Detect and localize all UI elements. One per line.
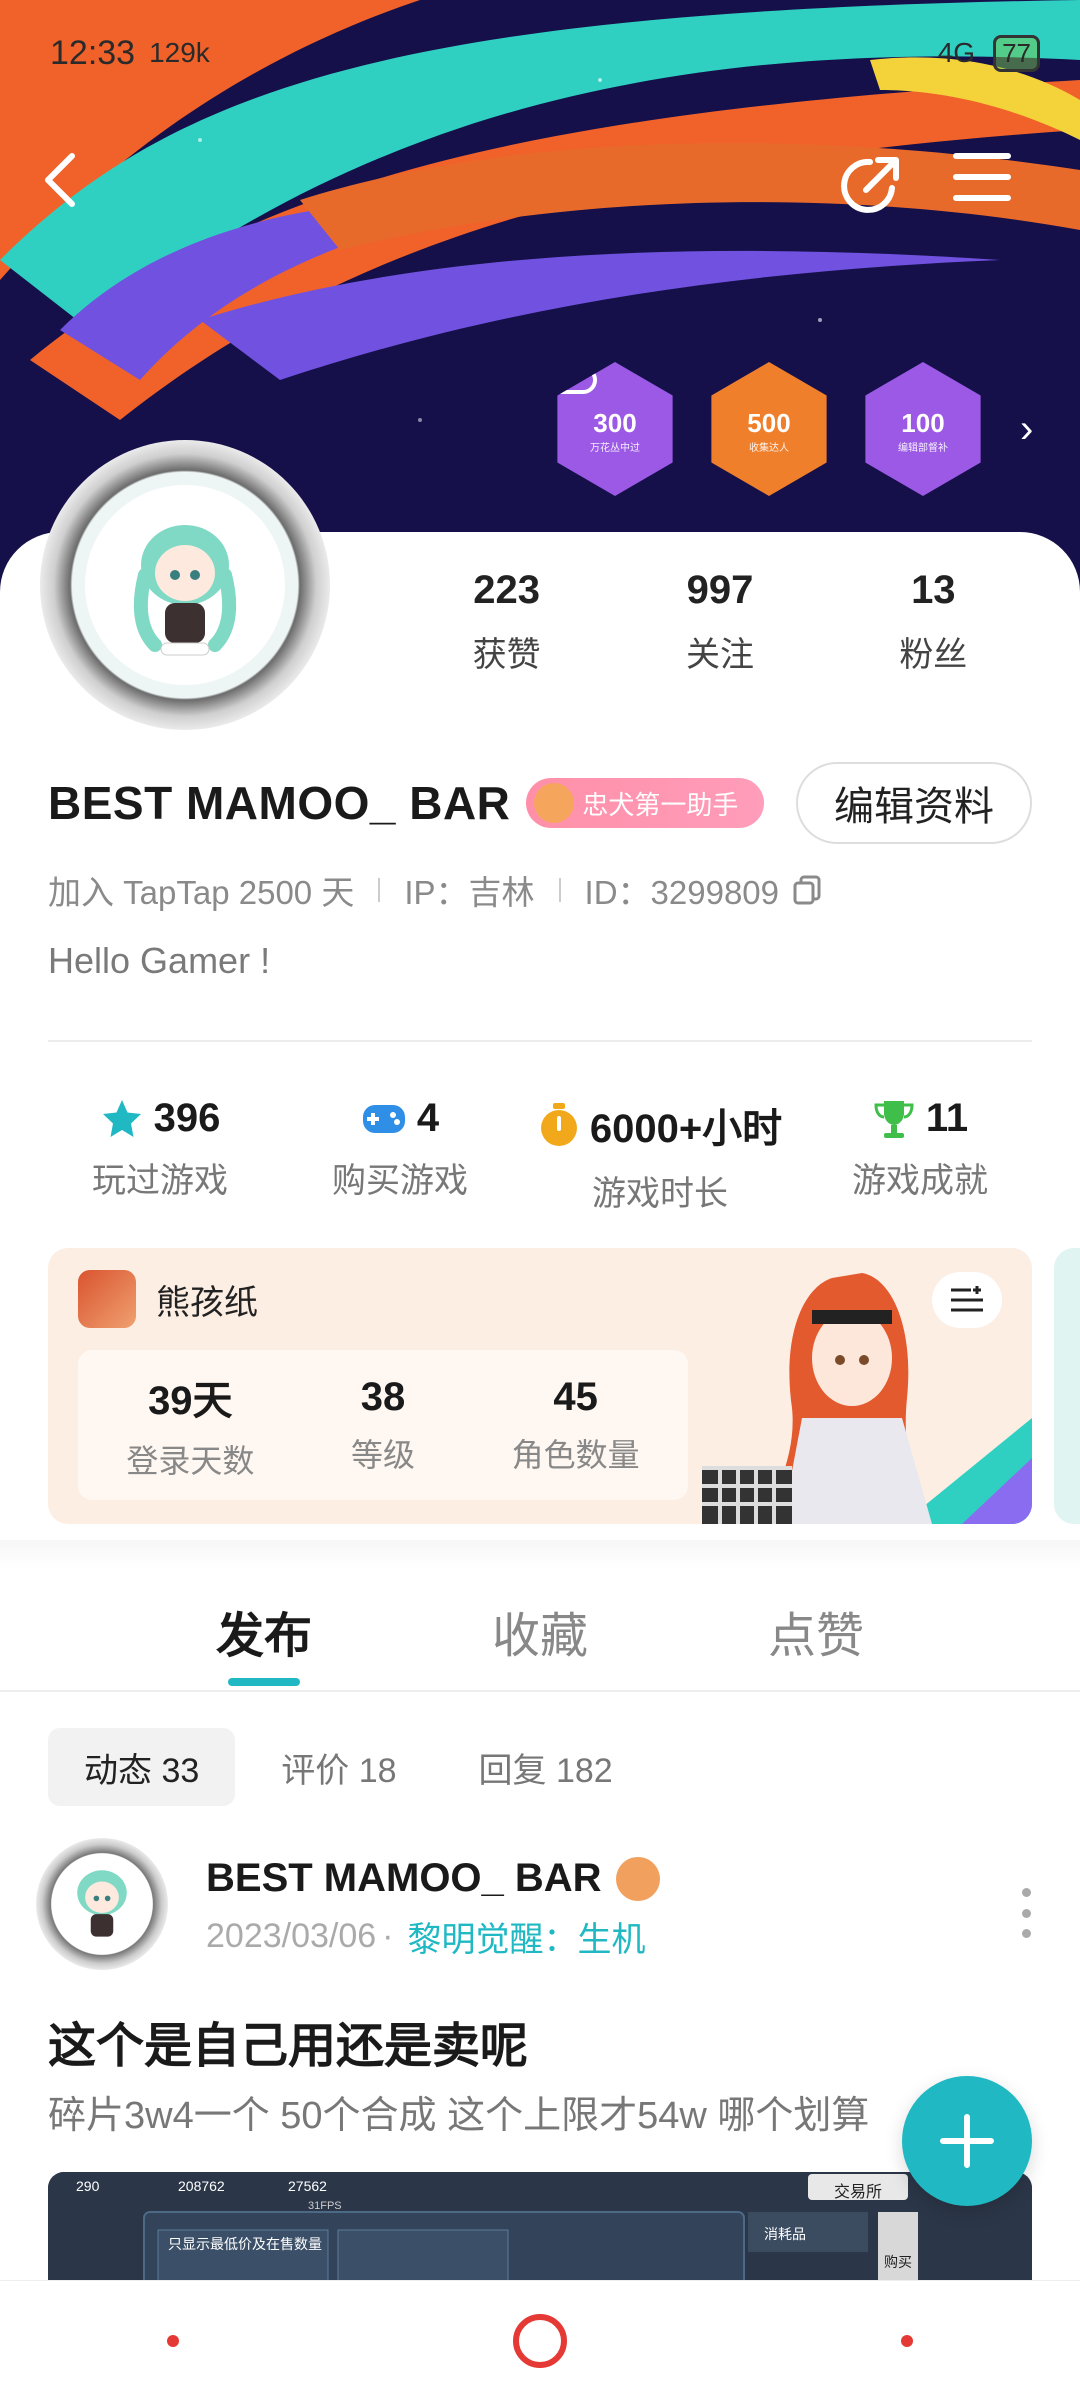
chevron-right-icon[interactable]: › xyxy=(1020,407,1033,452)
badge-500[interactable]: 500 收集达人 xyxy=(711,362,827,496)
screenshot-text: 消耗品 xyxy=(764,2226,806,2242)
info-row: 加入 TapTap 2500 天 IP：吉林 ID：3299809 xyxy=(48,866,825,914)
trophy-icon xyxy=(874,1100,914,1138)
gamepad-icon xyxy=(362,1104,405,1133)
followers-stat[interactable]: 13 粉丝 xyxy=(899,568,967,676)
joined-days: 加入 TapTap 2500 天 xyxy=(48,874,355,911)
subtab-moments[interactable]: 动态 33 xyxy=(48,1728,236,1806)
nav-back-button[interactable] xyxy=(901,2334,913,2347)
screenshot-text: 208762 xyxy=(178,2178,225,2194)
nav-home-button[interactable] xyxy=(513,2313,567,2368)
menu-button[interactable] xyxy=(952,150,1042,240)
hamburger-menu-icon xyxy=(953,153,1011,201)
game-stats: 396 玩过游戏 4 购买游戏 6000+小时 游戏时长 11 游戏成就 xyxy=(40,1096,1040,1215)
chibi-character-icon xyxy=(77,1870,127,1937)
title-tag[interactable]: 忠犬第一助手 xyxy=(526,778,765,828)
game-name: 熊孩纸 xyxy=(156,1283,258,1322)
screenshot-text: 290 xyxy=(76,2178,100,2194)
active-tab-indicator xyxy=(228,1678,300,1686)
level-stat: 38 等级 xyxy=(350,1374,415,1473)
post-game-link[interactable]: 黎明觉醒：生机 xyxy=(408,1912,646,1961)
divider xyxy=(0,1690,1080,1692)
screenshot-text: 只显示最低价及在售数量 xyxy=(168,2236,322,2252)
game-card-stats: 39天 登录天数 38 等级 45 角色数量 xyxy=(78,1350,688,1500)
name-row: BEST MAMOO_ BAR 忠犬第一助手 编辑资料 xyxy=(48,762,1032,844)
screenshot-text: 交易所 xyxy=(834,2184,883,2201)
profile-stats: 223 获赞 997 关注 13 粉丝 xyxy=(400,568,1040,676)
badge-300[interactable]: 300 万花丛中过 xyxy=(557,362,673,496)
avatar-image xyxy=(85,485,285,685)
purchased-games-stat[interactable]: 4 购买游戏 xyxy=(280,1096,520,1215)
create-post-button[interactable] xyxy=(902,2076,1032,2206)
post-date: 2023/03/06 xyxy=(206,1917,377,1955)
content-tabs: 发布 收藏 点赞 xyxy=(0,1596,1080,1692)
author-badge-icon xyxy=(615,1856,660,1901)
status-bar: 12:33 129k 4G 77 xyxy=(50,28,1040,78)
post-body: 碎片3w4一个 50个合成 这个上限才54w 哪个划算 xyxy=(48,2095,870,2137)
stopwatch-icon xyxy=(540,1103,577,1146)
post-avatar[interactable] xyxy=(36,1838,168,1970)
game-icon xyxy=(78,1270,136,1328)
copy-icon[interactable] xyxy=(791,873,825,907)
post-meta: 2023/03/06 · 黎明觉醒：生机 xyxy=(206,1912,646,1961)
share-button[interactable] xyxy=(836,150,926,240)
post-title: 这个是自己用还是卖呢 xyxy=(48,2020,529,2073)
user-id: ID：3299809 xyxy=(584,874,780,911)
more-options-icon[interactable] xyxy=(1016,1888,1036,1938)
next-game-card[interactable] xyxy=(1054,1248,1080,1524)
game-card-header: 熊孩纸 xyxy=(78,1270,258,1328)
nav-recent-button[interactable] xyxy=(167,2334,179,2347)
back-button[interactable] xyxy=(38,150,128,240)
gamepad-icon xyxy=(557,366,597,394)
avatar[interactable] xyxy=(40,440,330,730)
following-stat[interactable]: 997 关注 xyxy=(686,568,754,676)
game-card-menu-button[interactable] xyxy=(932,1272,1002,1328)
achievements-stat[interactable]: 11 游戏成就 xyxy=(800,1096,1040,1215)
screenshot-text: 27562 xyxy=(288,2178,327,2194)
badge-list[interactable]: 300 万花丛中过 500 收集达人 100 编辑部督补 › xyxy=(548,362,1033,496)
username: BEST MAMOO_ BAR xyxy=(48,777,511,829)
plus-icon xyxy=(940,2114,994,2168)
separator xyxy=(558,878,561,902)
chevron-left-icon xyxy=(45,153,75,207)
battery-icon: 77 xyxy=(993,34,1040,72)
login-days-stat: 39天 登录天数 xyxy=(126,1379,255,1479)
edit-profile-button[interactable]: 编辑资料 xyxy=(796,762,1032,844)
star-icon xyxy=(102,1099,141,1137)
subtab-replies[interactable]: 回复 182 xyxy=(443,1728,649,1806)
game-card[interactable]: 熊孩纸 39天 登录天数 38 等级 45 角色数量 xyxy=(48,1248,1032,1524)
share-icon xyxy=(841,157,899,213)
tab-likes[interactable]: 点赞 xyxy=(768,1596,864,1666)
section-separator xyxy=(0,1540,1080,1570)
list-settings-icon xyxy=(951,1286,983,1312)
likes-stat[interactable]: 223 获赞 xyxy=(473,568,541,676)
tab-favorites[interactable]: 收藏 xyxy=(492,1596,588,1666)
separator xyxy=(378,878,381,902)
played-games-stat[interactable]: 396 玩过游戏 xyxy=(40,1096,280,1215)
screenshot-text: 31FPS xyxy=(308,2200,342,2212)
divider xyxy=(48,1040,1032,1042)
post-filter-tabs: 动态 33 评价 18 回复 182 xyxy=(48,1728,649,1806)
bio: Hello Gamer ! xyxy=(48,940,271,981)
status-speed: 129k xyxy=(149,37,210,68)
status-network: 4G xyxy=(937,37,976,68)
chibi-character-icon xyxy=(133,525,237,656)
ip-location: IP：吉林 xyxy=(404,874,535,911)
status-time: 12:33 xyxy=(50,33,136,72)
screenshot-text: 购买 xyxy=(884,2254,912,2270)
post-author[interactable]: BEST MAMOO_ BAR xyxy=(206,1856,660,1901)
tag-avatar-icon xyxy=(534,783,575,823)
play-time-stat[interactable]: 6000+小时 游戏时长 xyxy=(520,1096,800,1215)
system-nav-bar xyxy=(0,2280,1080,2400)
subtab-reviews[interactable]: 评价 18 xyxy=(245,1728,432,1806)
dot-separator: · xyxy=(382,1917,394,1955)
tab-posts[interactable]: 发布 xyxy=(216,1596,312,1666)
badge-100[interactable]: 100 编辑部督补 xyxy=(865,362,981,496)
character-count-stat: 45 角色数量 xyxy=(511,1374,640,1473)
